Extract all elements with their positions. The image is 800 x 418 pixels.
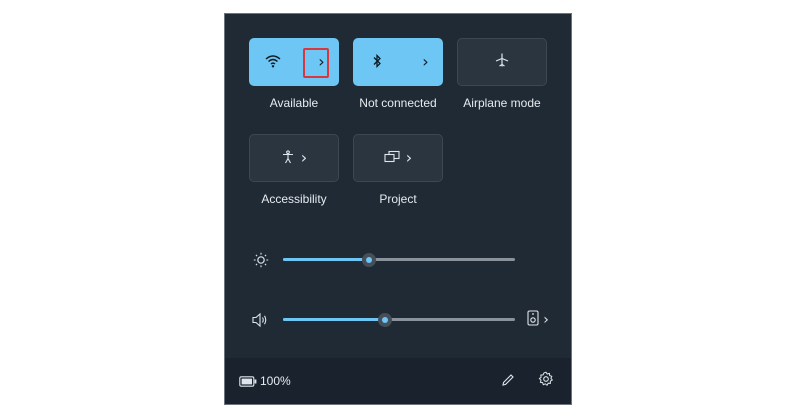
- audio-output-button[interactable]: ›: [523, 310, 553, 330]
- pencil-icon: [501, 372, 515, 391]
- bluetooth-toggle-button[interactable]: [353, 38, 401, 86]
- volume-icon[interactable]: [249, 310, 271, 330]
- wifi-toggle-button[interactable]: [249, 38, 297, 86]
- chevron-right-icon: ›: [405, 148, 413, 167]
- settings-button[interactable]: [535, 370, 557, 392]
- chevron-right-icon: ›: [543, 312, 549, 328]
- project-button[interactable]: ›: [353, 134, 443, 182]
- bluetooth-expand-button[interactable]: ›: [408, 38, 443, 86]
- bluetooth-label: Not connected: [359, 96, 437, 110]
- quick-settings-panel: › Available › Not connected Airplane mod…: [224, 13, 572, 405]
- airplane-mode-button[interactable]: [457, 38, 547, 86]
- bluetooth-icon: [372, 53, 382, 72]
- brightness-slider[interactable]: [283, 250, 515, 270]
- edit-quick-settings-button[interactable]: [497, 370, 519, 392]
- wifi-expand-highlight: [303, 48, 329, 78]
- brightness-slider-thumb[interactable]: [362, 253, 376, 267]
- battery-percentage: 100%: [260, 374, 291, 388]
- speaker-device-icon: [527, 310, 539, 330]
- volume-slider-fill: [283, 318, 385, 321]
- accessibility-label: Accessibility: [261, 192, 327, 206]
- battery-icon: [239, 372, 257, 391]
- project-icon: [384, 149, 400, 168]
- volume-slider-thumb[interactable]: [378, 313, 392, 327]
- bluetooth-tile: ›: [353, 38, 443, 86]
- wifi-icon: [265, 53, 281, 72]
- gear-icon: [538, 371, 554, 391]
- airplane-mode-label: Airplane mode: [463, 96, 541, 110]
- brightness-icon: [251, 250, 271, 270]
- accessibility-button[interactable]: ›: [249, 134, 339, 182]
- brightness-slider-fill: [283, 258, 369, 261]
- chevron-right-icon: ›: [300, 148, 308, 167]
- airplane-icon: [494, 52, 510, 72]
- project-label: Project: [379, 192, 417, 206]
- quick-settings-footer: 100%: [225, 358, 571, 404]
- chevron-right-icon: ›: [422, 52, 429, 71]
- battery-button[interactable]: 100%: [239, 371, 291, 391]
- wifi-label: Available: [269, 96, 319, 110]
- accessibility-icon: [281, 149, 295, 168]
- volume-slider[interactable]: [283, 310, 515, 330]
